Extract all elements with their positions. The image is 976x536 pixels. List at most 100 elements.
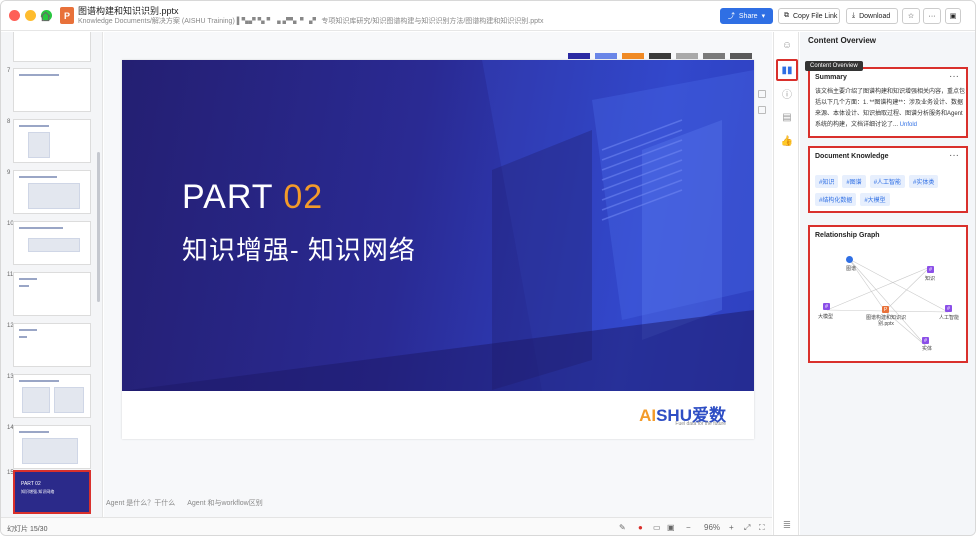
info-icon[interactable]: ⓘ [780,86,794,101]
home-icon[interactable] [39,10,51,22]
thumbnail-row[interactable]: 8 [1,119,102,165]
graph-node-label: 图谱 [846,266,857,272]
present-icon[interactable]: ▣ [667,523,675,532]
knowledge-tag[interactable]: #知识 [815,175,839,188]
zoom-in-icon[interactable]: + [729,523,734,532]
copy-file-link-button[interactable]: ⧉ Copy File Link [778,8,840,24]
color-swatch [649,53,671,59]
share-button[interactable]: ⤴ Share ▾ [720,8,773,24]
assistant-icon[interactable]: ☺ [780,38,794,52]
graph-node[interactable]: # [823,303,830,310]
slide-thumbnail[interactable] [13,32,91,62]
close-window-button[interactable] [9,10,20,21]
thumbnail-row-selected[interactable]: 15 PART 02 知识增强-知识网络 [1,470,102,516]
thumbnail-row[interactable]: 14 [1,425,102,471]
notes-icon[interactable] [758,90,766,98]
layout-icon[interactable] [758,106,766,114]
summary-text: 该文档主要介绍了图谱构建和知识增强相关内容，重点包括以下几个方面：1. **图谱… [815,87,965,131]
thumbnail-number: 9 [7,170,11,176]
color-swatch [676,53,698,59]
thumbnail-row[interactable] [1,32,102,64]
chevron-down-icon: ▾ [761,13,766,20]
thumbnail-row[interactable]: 9 [1,170,102,216]
share-icon: ⤴ [727,13,735,20]
download-button[interactable]: ⤓ Download [846,8,898,24]
graph-node[interactable] [846,256,853,263]
thumbnail-scrollbar[interactable] [97,152,100,302]
slide-thumbnail[interactable] [13,272,91,316]
download-icon: ⤓ [852,12,856,19]
thumbnail-row[interactable]: 10 [1,221,102,267]
logo-part-a: AI [639,406,657,425]
graph-node-label: 大模型 [818,314,834,320]
knowledge-tag[interactable]: #实体类 [909,175,939,188]
slide-decoration [122,60,754,391]
thumbnail-title: PART 02 [21,481,41,487]
thumbnail-row[interactable]: 11 [1,272,102,318]
graph-node[interactable]: # [922,337,929,344]
favorite-button[interactable]: ☆ [902,8,920,24]
graph-center-node[interactable]: P [882,306,889,313]
thumbnail-row[interactable]: 13 [1,374,102,420]
slide-thumbnail[interactable] [13,119,91,163]
knowledge-more-button[interactable]: ··· [949,150,959,161]
knowledge-tag[interactable]: #结构化数据 [815,193,857,206]
thumbnail-row[interactable]: 12 [1,323,102,369]
color-swatch [730,53,752,59]
thumbs-up-icon[interactable]: 👍 [780,134,794,148]
color-swatch [622,53,644,59]
minimize-window-button[interactable] [25,10,36,21]
more-button[interactable]: ··· [923,8,941,24]
color-swatch [595,53,617,59]
summary-more-button[interactable]: ··· [949,71,959,82]
slide-thumbnail[interactable] [13,170,91,214]
slide-thumbnail[interactable] [13,323,91,367]
summary-body: 该文档主要介绍了图谱构建和知识增强相关内容，重点包括以下几个方面：1. **图谱… [815,89,966,128]
color-swatch [703,53,725,59]
panel-icon: ▣ [949,13,957,20]
download-label: Download [859,12,891,20]
content-overview-icon[interactable]: ▮▮ [780,63,794,77]
thumbnail-row[interactable]: 7 [1,68,102,114]
knowledge-tag[interactable]: #图谱 [842,175,866,188]
copy-icon: ⧉ [784,12,789,19]
slide-thumbnail-panel[interactable]: 7 8 9 10 11 12 13 14 15 PART 02 知识增强-知识网… [1,32,103,517]
slide-thumbnail[interactable] [13,68,91,112]
relationship-graph[interactable]: 图谱 # 知识 # 大模型 P 图谱构建和知识识别.pptx # 人工智能 # … [813,247,965,352]
summary-card: Summary ··· 该文档主要介绍了图谱构建和知识增强相关内容，重点包括以下… [808,67,968,138]
slide-preview: PART 02 知识增强- 知识网络 AISHU爱数 Fuel data for… [122,60,754,439]
slide-canvas-area: PART 02 知识增强- 知识网络 AISHU爱数 Fuel data for… [104,32,772,517]
zoom-out-icon[interactable]: − [686,523,691,532]
speaker-notes[interactable]: Agent 是什么？干什么 Agent 和与workflow区别 [106,498,263,508]
graph-node[interactable]: # [945,305,952,312]
thumbnail-number: 8 [7,119,11,125]
graph-node[interactable]: # [927,266,934,273]
document-knowledge-card: Document Knowledge ··· #知识 #图谱 #人工智能 #实体… [808,146,968,213]
thumbnail-number: 7 [7,68,11,74]
slide-thumbnail[interactable] [13,221,91,265]
comment-icon[interactable]: ▤ [780,110,794,124]
knowledge-heading: Document Knowledge [815,153,889,160]
pen-icon[interactable]: ✎ [619,523,626,532]
fit-screen-icon[interactable]: ⤢ [744,523,750,533]
knowledge-tag[interactable]: #人工智能 [869,175,906,188]
part-number: 02 [283,178,324,216]
relationship-graph-card: Relationship Graph 图谱 # 知识 # 大模型 P 图谱构建和… [808,225,968,363]
share-label: Share [738,12,758,20]
graph-node-label: 人工智能 [939,315,960,321]
breadcrumb[interactable]: Knowledge Documents/解决方案 (AISHU Training… [78,16,548,26]
zoom-level[interactable]: 96% [704,523,720,532]
fullscreen-icon[interactable]: ⛶ [759,523,765,533]
knowledge-tag[interactable]: #大模型 [860,193,890,206]
summary-heading: Summary [815,74,847,81]
slide-thumbnail-selected[interactable]: PART 02 知识增强-知识网络 [13,470,91,514]
slide-part-heading: PART 02 [182,178,323,217]
content-overview-panel: Content Overview Summary ··· 该文档主要介绍了图谱构… [800,32,975,535]
slide-thumbnail[interactable] [13,425,91,469]
collapse-panel-icon[interactable]: ≣ [780,518,794,532]
slideshow-icon[interactable]: ▭ [653,523,661,532]
unfold-link[interactable]: Unfold [900,122,917,128]
record-icon[interactable]: ● [638,523,643,532]
slide-thumbnail[interactable] [13,374,91,418]
toggle-panel-button[interactable]: ▣ [945,8,961,24]
